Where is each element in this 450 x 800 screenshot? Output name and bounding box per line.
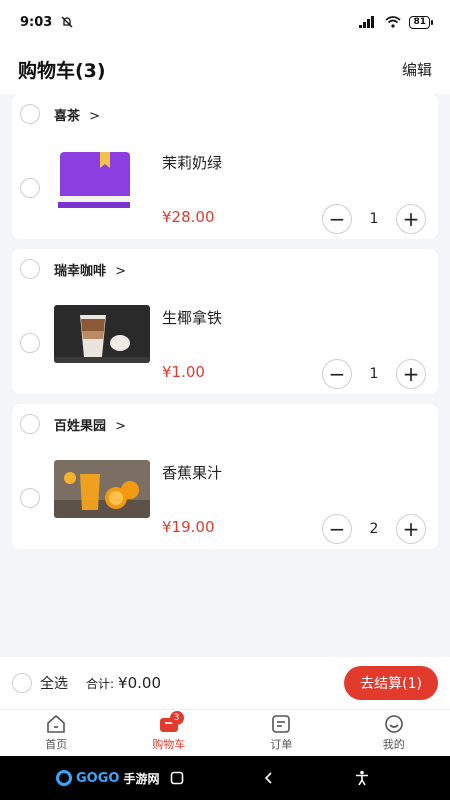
tab-label: 首页 (45, 738, 68, 751)
product-name: 香蕉果汁 (162, 464, 223, 482)
item-select-radio[interactable] (20, 333, 40, 353)
increase-button[interactable]: + (396, 359, 426, 389)
home-icon (47, 715, 66, 733)
shop-header[interactable]: 百姓果园 > (20, 414, 126, 434)
quantity-value: 1 (369, 211, 379, 227)
page-header: 购物车(3) 编辑 (0, 44, 450, 94)
back-icon[interactable] (262, 771, 276, 785)
product-image (54, 460, 150, 518)
product-image (54, 305, 150, 363)
quantity-stepper: − 2 + (322, 514, 426, 544)
chevron-right-icon: > (115, 263, 127, 279)
status-time: 9:03 (20, 14, 53, 30)
tab-label: 我的 (382, 738, 405, 751)
order-icon (272, 715, 291, 733)
select-all-radio[interactable] (12, 673, 32, 693)
recent-apps-icon[interactable] (170, 771, 184, 785)
decrease-button[interactable]: − (322, 359, 352, 389)
battery-indicator: 81 (409, 15, 433, 29)
product-name: 茉莉奶绿 (162, 154, 223, 172)
product-image (54, 150, 150, 208)
tab-label: 订单 (270, 738, 293, 751)
page-title: 购物车(3) (18, 59, 106, 82)
signal-icon (359, 16, 375, 28)
wifi-icon (385, 16, 401, 28)
item-select-radio[interactable] (20, 488, 40, 508)
shop-card: 百姓果园 > 香蕉果汁 ¥19.00 − 2 + (12, 404, 438, 549)
quantity-stepper: − 1 + (322, 204, 426, 234)
quantity-stepper: − 1 + (322, 359, 426, 389)
tab-profile[interactable]: 我的 (338, 710, 450, 756)
decrease-button[interactable]: − (322, 514, 352, 544)
select-all-label: 全选 (40, 676, 68, 692)
edit-button[interactable]: 编辑 (402, 59, 432, 80)
product-price: ¥19.00 (162, 518, 215, 536)
decrease-button[interactable]: − (322, 204, 352, 234)
accessibility-icon[interactable] (354, 770, 370, 786)
product-name: 生椰拿铁 (162, 309, 223, 327)
total-label: 合计: (86, 677, 115, 691)
chevron-right-icon: > (115, 418, 127, 434)
bottom-tab-bar: 首页 3 购物车 订单 我的 (0, 709, 450, 756)
product-price: ¥1.00 (162, 363, 205, 381)
shop-name: 瑞幸咖啡 (54, 263, 107, 279)
quantity-value: 1 (369, 366, 379, 382)
status-bar: 9:03 81 (0, 0, 450, 44)
product-price: ¥28.00 (162, 208, 215, 226)
profile-icon (384, 715, 403, 733)
cart-badge: 3 (169, 711, 184, 725)
shop-card: 瑞幸咖啡 > 生椰拿铁 ¥1.00 − 1 + (12, 249, 438, 394)
tab-cart[interactable]: 3 购物车 (113, 710, 226, 756)
shop-name: 百姓果园 (54, 418, 107, 434)
chevron-right-icon: > (89, 108, 101, 124)
shop-name: 喜茶 (54, 108, 81, 124)
increase-button[interactable]: + (396, 514, 426, 544)
select-all-toggle[interactable]: 全选 (12, 673, 68, 693)
shop-header[interactable]: 喜茶 > (20, 104, 100, 124)
quantity-value: 2 (369, 521, 379, 537)
logo-text: GOGO (76, 770, 120, 786)
tab-label: 购物车 (152, 738, 186, 751)
total-summary: 合计: ¥0.00 (86, 674, 161, 692)
system-nav-bar: GOGO 手游网 (0, 756, 450, 800)
shop-card: 喜茶 > 茉莉奶绿 ¥28.00 − 1 + (12, 94, 438, 239)
total-amount: ¥0.00 (118, 674, 161, 692)
shop-select-radio[interactable] (20, 414, 40, 434)
mute-icon (61, 16, 73, 28)
shop-header[interactable]: 瑞幸咖啡 > (20, 259, 126, 279)
item-select-radio[interactable] (20, 178, 40, 198)
increase-button[interactable]: + (396, 204, 426, 234)
tab-home[interactable]: 首页 (0, 710, 113, 756)
logo-mark-icon (56, 770, 72, 786)
shop-select-radio[interactable] (20, 259, 40, 279)
watermark-logo: GOGO 手游网 (56, 770, 159, 787)
checkout-button[interactable]: 去结算(1) (344, 666, 438, 700)
shop-select-radio[interactable] (20, 104, 40, 124)
cart-list: 喜茶 > 茉莉奶绿 ¥28.00 − 1 + 瑞幸咖啡 > 生椰拿铁 ¥1.00… (12, 94, 438, 559)
tab-orders[interactable]: 订单 (225, 710, 338, 756)
logo-subtext: 手游网 (123, 771, 160, 786)
checkout-bar: 全选 合计: ¥0.00 去结算(1) (0, 657, 450, 709)
